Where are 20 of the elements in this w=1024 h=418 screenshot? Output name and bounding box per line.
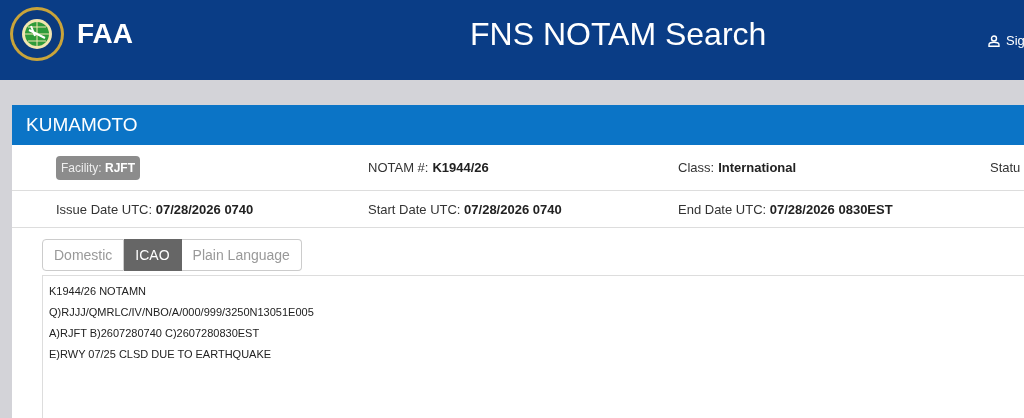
user-icon — [988, 34, 1000, 47]
notam-line: K1944/26 NOTAMN — [49, 284, 147, 299]
facility-badge: Facility: RJFT — [56, 156, 140, 180]
format-tab[interactable]: Domestic — [42, 239, 125, 271]
sign-in-link[interactable]: Sig — [988, 33, 1024, 48]
notam-line: A)RJFT B)2607280740 C)2607280830EST — [49, 326, 261, 341]
format-tab[interactable]: Plain Language — [181, 239, 302, 271]
seal-logo-icon — [9, 6, 65, 62]
field-text: Issue Date UTC: 07/28/2026 0740 — [56, 201, 254, 217]
field-text: End Date UTC: 07/28/2026 0830EST — [678, 201, 893, 217]
field-text: Statu — [990, 160, 1021, 175]
logo-text: FAA — [77, 18, 133, 50]
page-title: FNS NOTAM Search — [470, 16, 767, 53]
field-text: Class: International — [678, 160, 797, 175]
notam-line: Q)RJJJ/QMRLC/IV/NBO/A/000/999/3250N13051E005 — [49, 305, 315, 320]
format-tab[interactable]: ICAO — [124, 239, 182, 271]
field-text: NOTAM #: K1944/26 — [368, 160, 489, 175]
notam-line: E)RWY 07/25 CLSD DUE TO EARTHQUAKE — [49, 347, 273, 362]
field-text: Start Date UTC: 07/28/2026 0740 — [368, 201, 562, 217]
panel-title: KUMAMOTO — [12, 105, 1024, 145]
